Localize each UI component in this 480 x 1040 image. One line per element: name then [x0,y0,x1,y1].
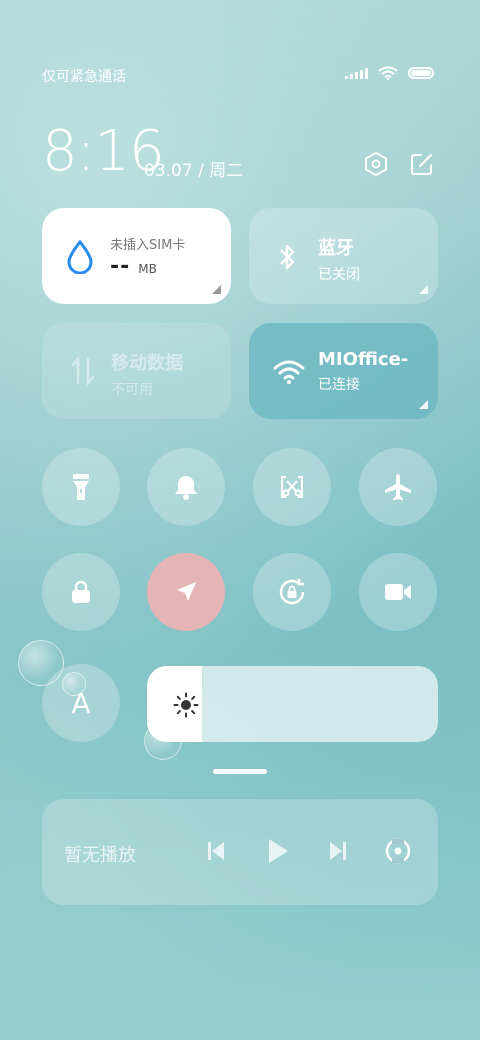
drag-handle[interactable] [213,769,267,774]
carrier-status: 仅可紧急通话 [42,69,126,85]
bell-icon [175,476,197,500]
bluetooth-status: 已关闭 [318,267,360,283]
location-toggle[interactable] [147,553,225,631]
airplane-toggle[interactable] [359,448,437,526]
auto-brightness-label: A [71,686,91,720]
expand-corner-icon [212,285,221,294]
wifi-icon [273,360,305,384]
rotation-lock-icon [279,579,305,605]
play-button[interactable] [266,837,290,869]
silent-toggle[interactable] [147,448,225,526]
next-button[interactable] [328,839,348,867]
media-player: 暂无播放 [42,799,438,905]
bluetooth-tile[interactable]: 蓝牙 已关闭 [249,208,438,304]
play-icon [269,839,288,863]
wifi-tile[interactable]: MIOffice- 已连接 [249,323,438,419]
date-label: 03.07 / 周二 [144,161,244,181]
flashlight-toggle[interactable] [42,448,120,526]
mobile-data-tile[interactable]: 移动数据 不可用 [42,323,231,419]
previous-icon [208,842,224,860]
signal-icon [345,67,368,79]
screenshot-icon [281,476,303,498]
expand-corner-icon [419,285,428,294]
expand-corner-icon [419,400,428,409]
brightness-icon [173,692,199,718]
audio-output-button[interactable] [384,837,412,869]
bluetooth-title: 蓝牙 [318,238,354,259]
flashlight-icon [73,474,89,500]
location-icon [177,582,196,601]
edit-button[interactable] [408,150,436,178]
video-icon [385,584,411,600]
battery-icon [408,67,434,79]
status-icons [345,66,434,80]
sim-status-label: 未插入SIM卡 [110,238,186,253]
wifi-network-name: MIOffice- [318,349,409,370]
screenshot-toggle[interactable] [253,448,331,526]
data-usage-value: -- [110,254,131,279]
mobile-data-icon [71,355,95,387]
video-toggle[interactable] [359,553,437,631]
settings-button[interactable] [362,150,390,178]
edit-icon [411,154,432,175]
rotation-lock-toggle[interactable] [253,553,331,631]
media-status: 暂无播放 [64,845,136,866]
data-usage-unit: MB [138,262,157,276]
bluetooth-icon [280,244,295,270]
wifi-status: 已连接 [318,377,360,393]
airplane-icon [385,474,411,501]
previous-button[interactable] [206,839,226,867]
mobile-data-title: 移动数据 [111,353,183,374]
lock-icon [72,580,90,603]
brightness-slider[interactable] [147,666,438,742]
next-icon [330,842,346,860]
auto-brightness-button[interactable]: A [42,664,120,742]
lock-toggle[interactable] [42,553,120,631]
mobile-data-status: 不可用 [111,382,153,398]
wifi-status-icon [378,66,398,80]
data-usage-tile[interactable]: 未插入SIM卡 -- MB [42,208,231,304]
audio-output-icon [385,838,411,864]
water-drop-icon [67,240,93,274]
settings-icon [365,151,387,177]
